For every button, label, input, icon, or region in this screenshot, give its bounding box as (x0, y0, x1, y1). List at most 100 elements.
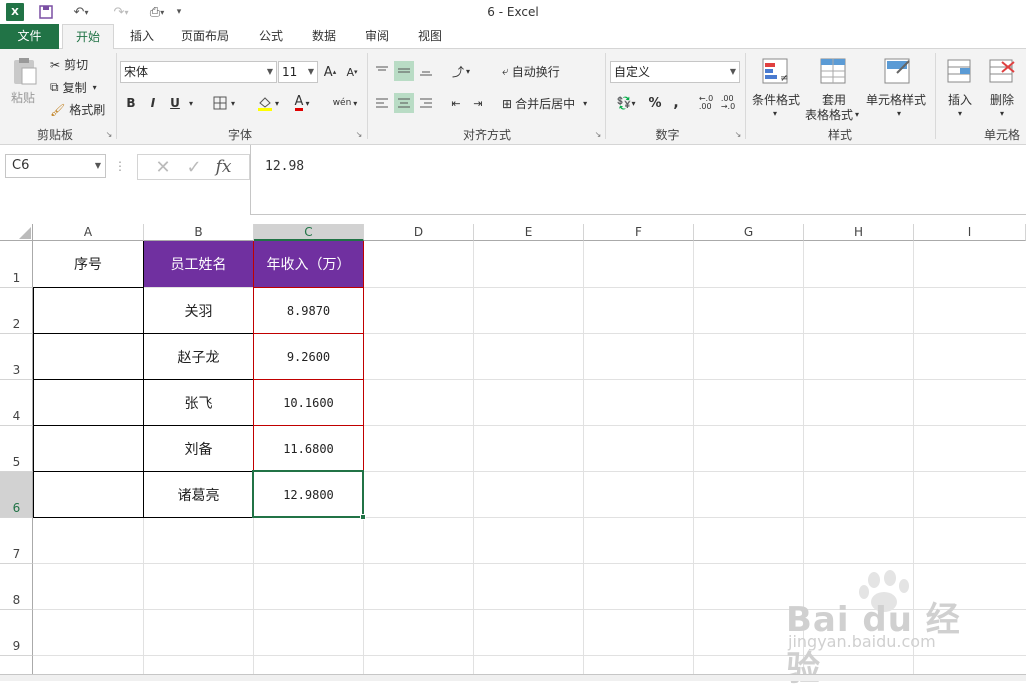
fill-color-icon[interactable]: ▾ (252, 93, 284, 113)
cell-styles-button[interactable]: 单元格样式 (866, 91, 926, 108)
copy-button[interactable]: ⧉ 复制 ▾ (50, 79, 97, 96)
format-painter-button[interactable]: 🖌 格式刷 (50, 101, 105, 118)
tab-data[interactable]: 数据 (303, 24, 345, 49)
number-launcher-icon[interactable]: ↘ (733, 129, 743, 139)
align-bottom-icon[interactable] (416, 61, 436, 81)
row-header-2[interactable]: 2 (0, 288, 33, 334)
delete-cells-arrow-icon[interactable]: ▾ (997, 107, 1007, 119)
row-header-1[interactable]: 1 (0, 241, 33, 288)
increase-decimal-icon[interactable]: ←.0.00 (696, 93, 716, 113)
orientation-icon[interactable]: ⤴ ▾ (446, 61, 476, 81)
increase-font-icon[interactable]: A ▴ (322, 63, 338, 81)
cancel-icon[interactable]: ✕ (155, 157, 170, 178)
tab-insert[interactable]: 插入 (120, 24, 164, 49)
cell-styles-arrow-icon[interactable]: ▾ (894, 107, 904, 119)
row-header-8[interactable]: 8 (0, 564, 33, 610)
row-header-4[interactable]: 4 (0, 380, 33, 426)
delete-cells-button[interactable]: 删除 (990, 91, 1014, 108)
decrease-indent-icon[interactable]: ⇤ (446, 93, 466, 113)
tab-view[interactable]: 视图 (409, 24, 451, 49)
phonetic-icon[interactable]: wén ▾ (330, 93, 360, 113)
merge-center-button[interactable]: ⊞ 合并后居中 ▾ (502, 95, 587, 112)
insert-cells-icon[interactable] (944, 55, 976, 89)
format-as-table-label-2[interactable]: 表格格式 ▾ (805, 106, 859, 123)
table-cell-name[interactable]: 诸葛亮 (144, 472, 253, 517)
table-cell-income[interactable]: 11.6800 (254, 426, 363, 471)
comma-button[interactable]: , (668, 93, 684, 113)
increase-indent-icon[interactable]: ⇥ (468, 93, 488, 113)
formula-input[interactable]: 12.98 (250, 145, 1026, 215)
align-right-icon[interactable] (416, 93, 436, 113)
font-name-dropdown[interactable]: 宋体 ▼ (120, 61, 277, 83)
column-header-e[interactable]: E (474, 224, 584, 241)
currency-icon[interactable]: 💱 ▾ (612, 93, 640, 113)
tab-home[interactable]: 开始 (62, 24, 114, 50)
insert-cells-button[interactable]: 插入 (948, 91, 972, 108)
align-middle-icon[interactable] (394, 61, 414, 81)
table-cell-name[interactable]: 刘备 (144, 426, 253, 471)
tab-page-layout[interactable]: 页面布局 (172, 24, 238, 49)
table-cell-name[interactable]: 张飞 (144, 380, 253, 425)
header-cell-name[interactable]: 员工姓名 (144, 241, 253, 287)
fill-handle[interactable] (360, 514, 366, 520)
table-cell-income[interactable]: 10.1600 (254, 380, 363, 425)
wrap-text-button[interactable]: ⤶ 自动换行 (502, 63, 560, 80)
delete-cells-icon[interactable] (986, 55, 1018, 89)
underline-dropdown-icon[interactable]: ▾ (186, 93, 196, 113)
active-cell-selection[interactable] (252, 470, 364, 518)
worksheet-grid[interactable]: A B C D E F G H I 1 2 3 4 5 6 7 8 9 序号 员… (0, 224, 1026, 689)
insert-cells-arrow-icon[interactable]: ▾ (955, 107, 965, 119)
header-cell-index[interactable]: 序号 (33, 241, 143, 287)
number-format-dropdown[interactable]: 自定义 ▼ (610, 61, 740, 83)
header-cell-income[interactable]: 年收入（万） (254, 241, 363, 287)
table-cell-income[interactable]: 8.9870 (254, 288, 363, 333)
font-size-dropdown[interactable]: 11 ▼ (278, 61, 318, 83)
tab-formulas[interactable]: 公式 (250, 24, 292, 49)
select-all-button[interactable] (0, 224, 33, 241)
column-header-d[interactable]: D (364, 224, 474, 241)
cell-styles-icon[interactable] (880, 55, 916, 89)
align-top-icon[interactable] (372, 61, 392, 81)
row-header-9[interactable]: 9 (0, 610, 33, 656)
paste-button[interactable]: 粘贴 (11, 89, 35, 106)
borders-icon[interactable]: ▾ (208, 93, 240, 113)
bold-button[interactable]: B (122, 93, 140, 113)
column-header-g[interactable]: G (694, 224, 804, 241)
italic-button[interactable]: I (144, 93, 162, 113)
clipboard-launcher-icon[interactable]: ↘ (104, 129, 114, 139)
more-options-icon[interactable]: ⋮ (114, 159, 126, 173)
align-center-icon[interactable] (394, 93, 414, 113)
insert-function-icon[interactable]: fx (216, 157, 232, 177)
column-header-a[interactable]: A (33, 224, 144, 241)
row-header-5[interactable]: 5 (0, 426, 33, 472)
column-header-i[interactable]: I (914, 224, 1026, 241)
name-box[interactable]: C6 ▼ (5, 154, 106, 178)
align-left-icon[interactable] (372, 93, 392, 113)
decrease-font-icon[interactable]: A ▾ (344, 63, 360, 81)
percent-button[interactable]: % (646, 93, 664, 113)
font-launcher-icon[interactable]: ↘ (354, 129, 364, 139)
conditional-format-icon[interactable]: ≠ (758, 55, 794, 89)
row-header-7[interactable]: 7 (0, 518, 33, 564)
column-header-f[interactable]: F (584, 224, 694, 241)
row-header-6[interactable]: 6 (0, 472, 33, 518)
table-cell-name[interactable]: 赵子龙 (144, 334, 253, 379)
column-header-h[interactable]: H (804, 224, 914, 241)
format-as-table-icon[interactable] (816, 55, 852, 89)
underline-button[interactable]: U (166, 93, 184, 113)
table-cell-income[interactable]: 9.2600 (254, 334, 363, 379)
conditional-format-arrow-icon[interactable]: ▾ (770, 107, 780, 119)
font-color-icon[interactable]: A ▾ (286, 93, 318, 113)
confirm-icon[interactable]: ✓ (187, 157, 202, 178)
row-header-3[interactable]: 3 (0, 334, 33, 380)
column-header-c[interactable]: C (254, 224, 364, 241)
decrease-decimal-icon[interactable]: .00 →.0 (718, 93, 738, 113)
cut-button[interactable]: ✂ 剪切 (50, 56, 88, 73)
table-cell-name[interactable]: 关羽 (144, 288, 253, 333)
paste-icon[interactable] (8, 55, 42, 87)
alignment-launcher-icon[interactable]: ↘ (593, 129, 603, 139)
conditional-format-button[interactable]: 条件格式 (752, 91, 800, 108)
tab-file[interactable]: 文件 (0, 24, 59, 49)
column-header-b[interactable]: B (144, 224, 254, 241)
tab-review[interactable]: 审阅 (356, 24, 398, 49)
